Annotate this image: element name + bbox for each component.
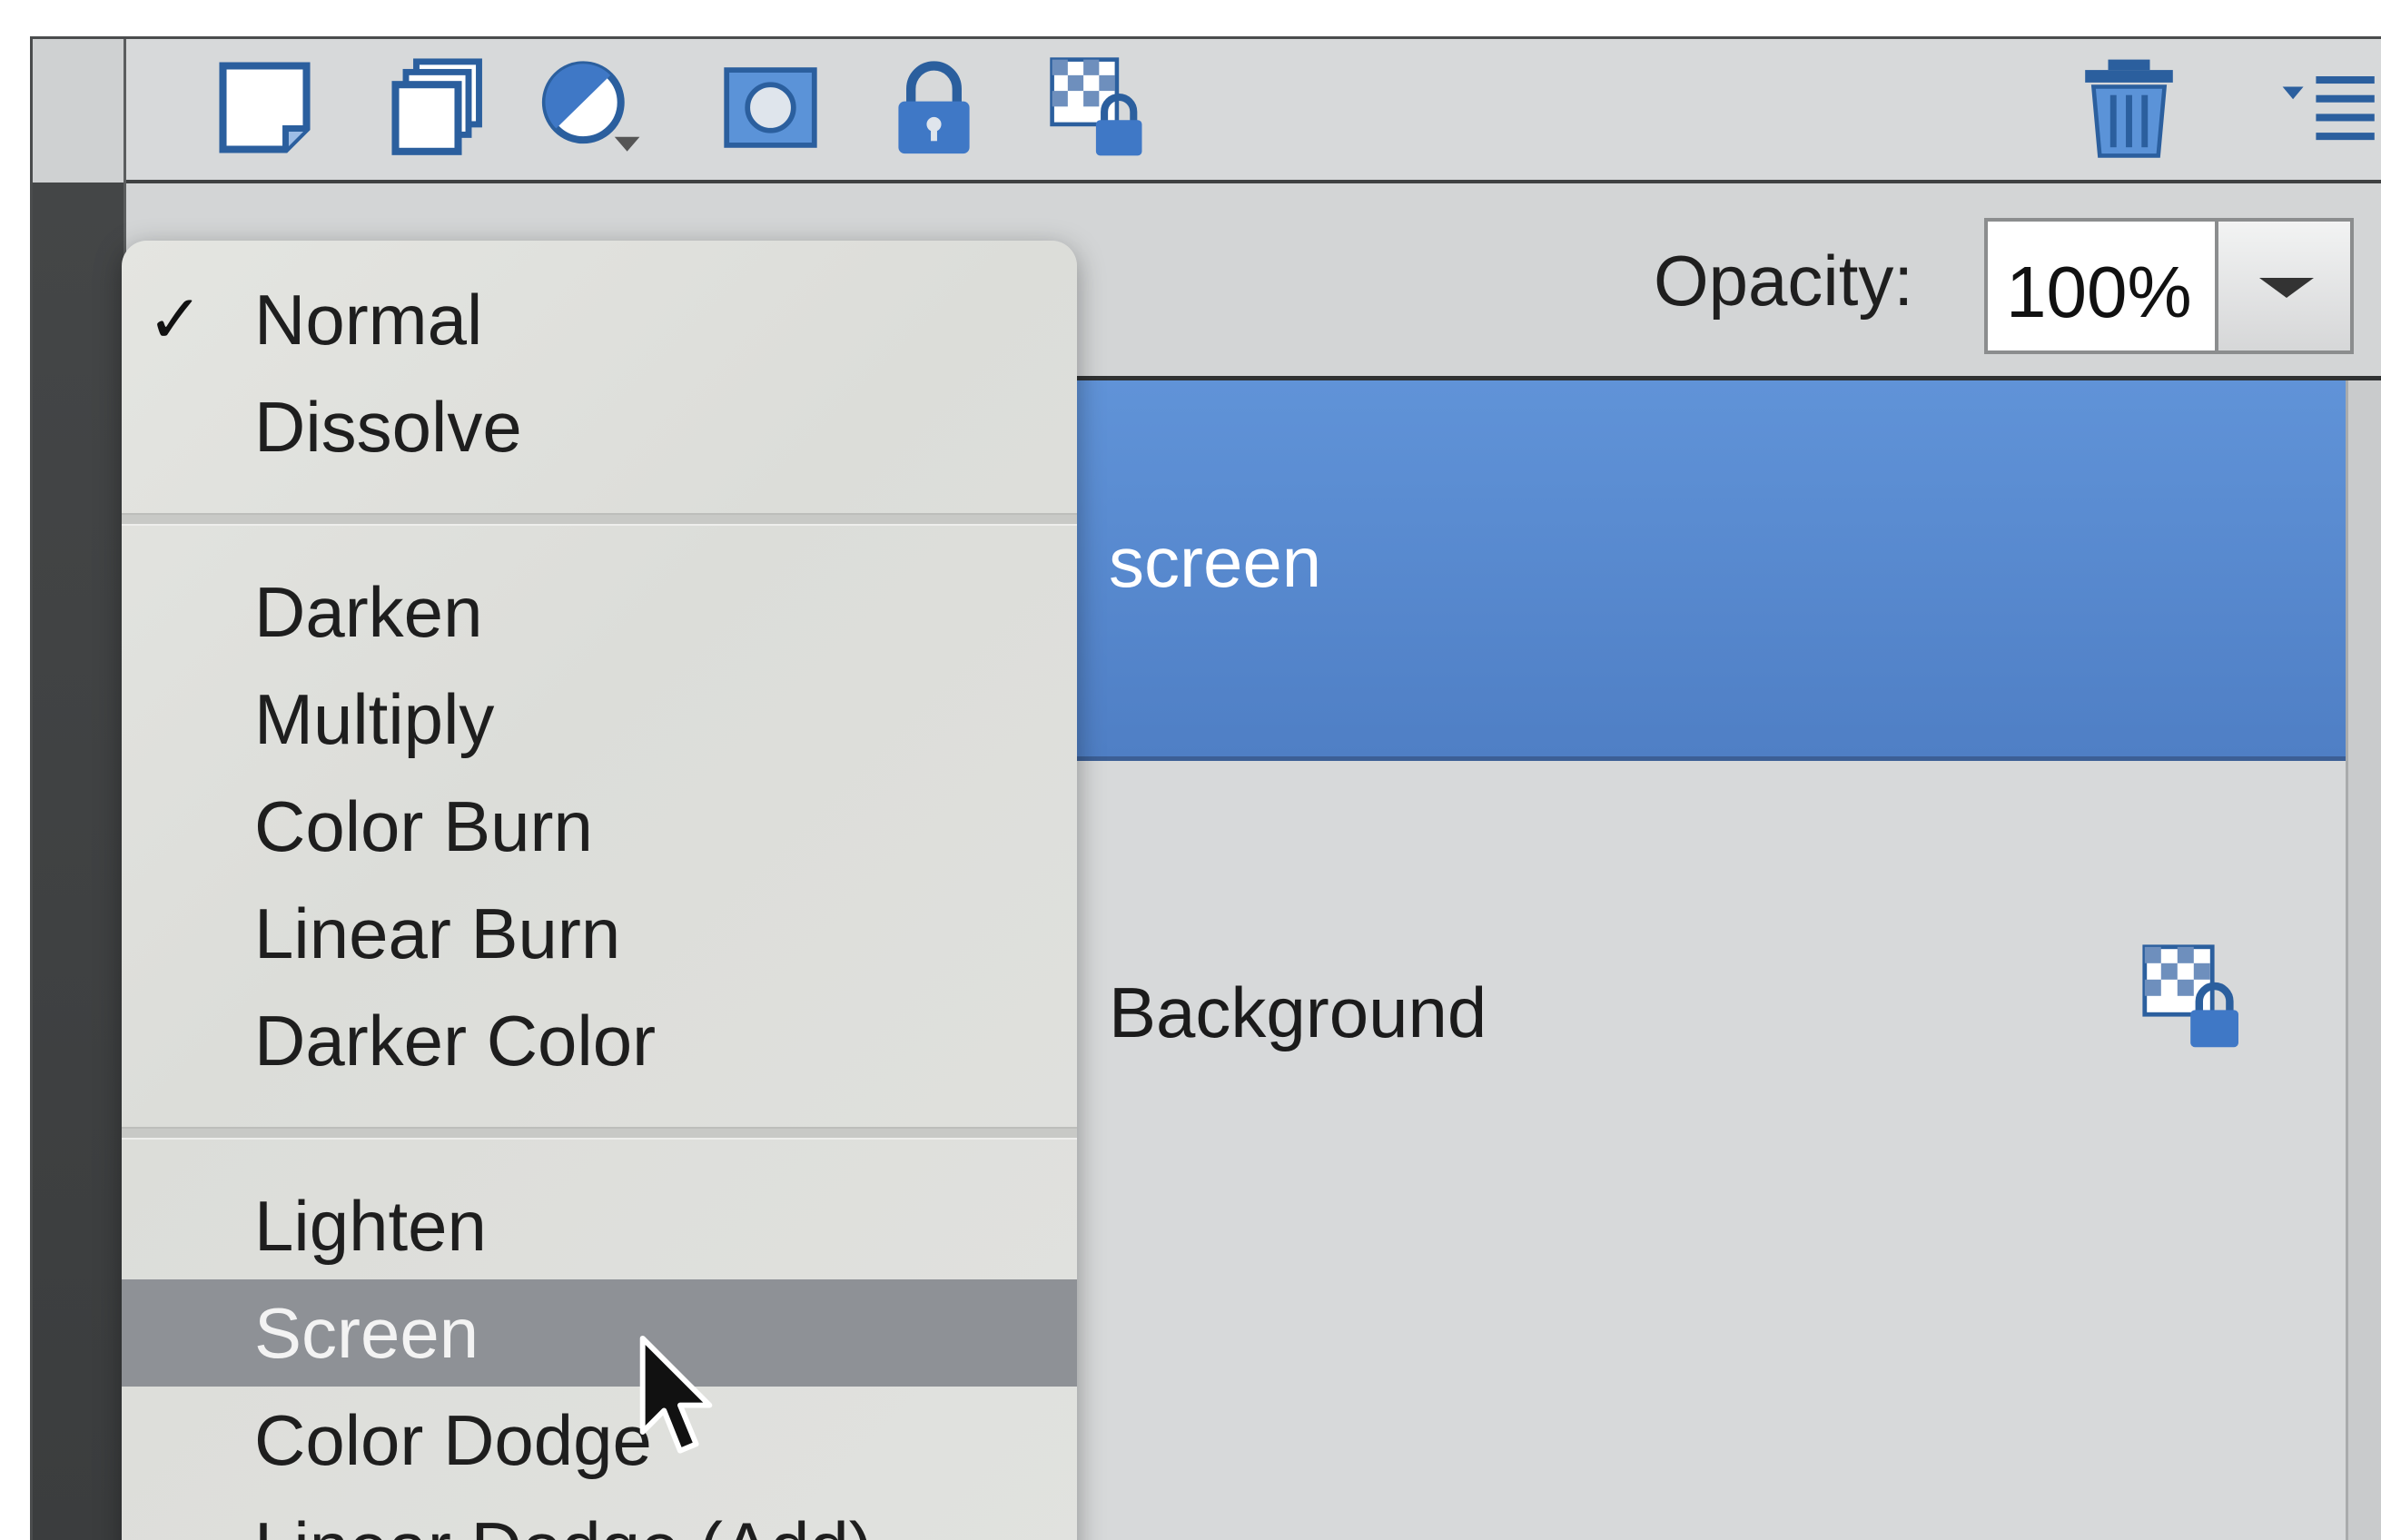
menu-item-dissolve[interactable]: Dissolve — [122, 373, 1077, 480]
layer-name: Background — [1109, 972, 1487, 1052]
menu-item-label: Multiply — [254, 679, 495, 759]
adjustment-layer-icon[interactable] — [539, 55, 644, 160]
menu-item-label: Darken — [254, 572, 483, 652]
menu-item-color-burn[interactable]: Color Burn — [122, 773, 1077, 880]
blend-mode-menu: ✓ Normal Dissolve Darken Multiply Color … — [122, 241, 1077, 1540]
menu-item-color-dodge[interactable]: Color Dodge — [122, 1387, 1077, 1494]
menu-item-label: Linear Burn — [254, 893, 621, 973]
mouse-pointer-icon — [637, 1333, 718, 1460]
opacity-input[interactable]: 100% — [1984, 218, 2218, 354]
menu-item-linear-burn[interactable]: Linear Burn — [122, 880, 1077, 987]
panel-menu-icon[interactable] — [2278, 55, 2381, 160]
opacity-dropdown-button[interactable] — [2215, 218, 2354, 354]
layers-panel: Opacity: 100% screen Background ✓ Normal… — [30, 36, 2381, 1540]
menu-item-lighten[interactable]: Lighten — [122, 1172, 1077, 1279]
opacity-label: Opacity: — [1654, 241, 1914, 321]
menu-item-multiply[interactable]: Multiply — [122, 666, 1077, 773]
menu-item-darker-color[interactable]: Darker Color — [122, 987, 1077, 1094]
menu-item-label: Normal — [254, 280, 483, 360]
menu-item-label: Darker Color — [254, 1001, 657, 1081]
menu-item-linear-dodge[interactable]: Linear Dodge (Add) — [122, 1494, 1077, 1540]
panel-left-gutter — [33, 39, 126, 1540]
layer-mask-icon[interactable] — [718, 55, 823, 160]
menu-item-normal[interactable]: ✓ Normal — [122, 266, 1077, 373]
layer-locked-icon — [2140, 943, 2249, 1051]
menu-item-screen[interactable]: Screen — [122, 1279, 1077, 1387]
new-group-icon[interactable] — [385, 55, 489, 160]
menu-item-label: Color Dodge — [254, 1400, 652, 1480]
checkmark-icon: ✓ — [147, 281, 204, 357]
menu-item-darken[interactable]: Darken — [122, 558, 1077, 666]
menu-item-label: Color Burn — [254, 786, 593, 866]
menu-item-label: Screen — [254, 1293, 479, 1373]
menu-item-label: Dissolve — [254, 387, 522, 467]
menu-separator — [122, 1127, 1077, 1140]
menu-separator — [122, 513, 1077, 526]
lock-transparency-icon[interactable] — [1048, 55, 1152, 160]
trash-icon[interactable] — [2077, 55, 2181, 160]
menu-item-label: Linear Dodge (Add) — [254, 1507, 873, 1540]
layer-name: screen — [1109, 522, 1322, 602]
menu-item-label: Lighten — [254, 1186, 487, 1266]
new-layer-icon[interactable] — [212, 55, 317, 160]
layers-scrollbar[interactable] — [2346, 380, 2381, 1540]
layers-toolbar — [126, 39, 2381, 183]
lock-all-icon[interactable] — [882, 55, 986, 160]
